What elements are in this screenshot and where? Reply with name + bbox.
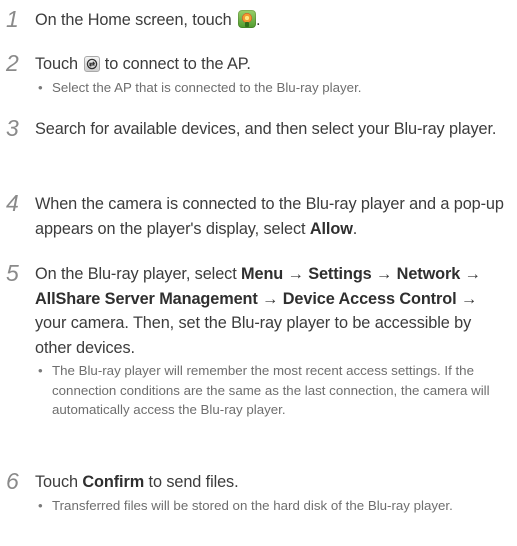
network-label: Network — [396, 265, 461, 283]
ap-connect-icon — [84, 56, 101, 72]
step-text-part: . — [352, 219, 358, 238]
menu-label: Menu — [241, 265, 284, 283]
step-note: Select the AP that is connected to the B… — [35, 78, 509, 98]
step-body: When the camera is connected to the Blu-… — [35, 192, 509, 241]
step-text: When the camera is connected to the Blu-… — [35, 192, 509, 241]
step-number: 1 — [6, 6, 19, 32]
step-text-part: On the Home screen, touch — [35, 11, 237, 29]
step-text-part: . — [256, 11, 261, 29]
device-access-control-label: Device Access Control — [282, 289, 457, 308]
step-body: On the Home screen, touch . — [35, 8, 509, 33]
confirm-label: Confirm — [82, 473, 145, 491]
step-number: 5 — [6, 260, 19, 286]
step-note: The Blu-ray player will remember the mos… — [35, 361, 509, 420]
arrow: → — [456, 289, 478, 308]
step-text: On the Blu-ray player, select Menu → Set… — [35, 262, 509, 360]
step-number: 2 — [6, 50, 19, 76]
arrow: → — [257, 289, 283, 308]
step-number: 4 — [6, 190, 19, 216]
step-note: Transferred files will be stored on the … — [35, 496, 509, 516]
step-text: Search for available devices, and then s… — [35, 120, 497, 138]
settings-label: Settings — [308, 265, 372, 283]
step-body: Search for available devices, and then s… — [35, 117, 509, 142]
step-text-part: Touch — [35, 473, 83, 491]
step-text: Touch Confirm to send files. — [35, 470, 509, 495]
arrow: → — [283, 265, 309, 283]
step-body: Touch to connect to the AP. Select the A… — [35, 52, 509, 97]
step-body: Touch Confirm to send files. Transferred… — [35, 470, 509, 515]
step-number: 6 — [6, 468, 19, 494]
step-text: On the Home screen, touch . — [35, 8, 509, 33]
step-text-part: On the Blu-ray player, select — [35, 265, 242, 283]
step-text-part: Touch — [35, 55, 83, 73]
step-text-part: your camera. Then, set the Blu-ray playe… — [35, 314, 472, 357]
arrow: → — [460, 265, 481, 283]
step-text-part: When the camera is connected to the Blu-… — [35, 195, 504, 238]
allshare-server-management-label: AllShare Server Management — [35, 289, 258, 308]
step-body: On the Blu-ray player, select Menu → Set… — [35, 262, 509, 420]
camera-app-icon — [238, 10, 257, 28]
arrow: → — [371, 265, 397, 283]
step-text-part: to connect to the AP. — [100, 55, 251, 73]
step-text-part: to send files. — [144, 473, 239, 491]
step-number: 3 — [6, 115, 19, 141]
step-text: Touch to connect to the AP. — [35, 52, 509, 77]
instruction-page: 1 On the Home screen, touch . 2 Touch to… — [0, 0, 517, 546]
allow-label: Allow — [309, 219, 353, 238]
